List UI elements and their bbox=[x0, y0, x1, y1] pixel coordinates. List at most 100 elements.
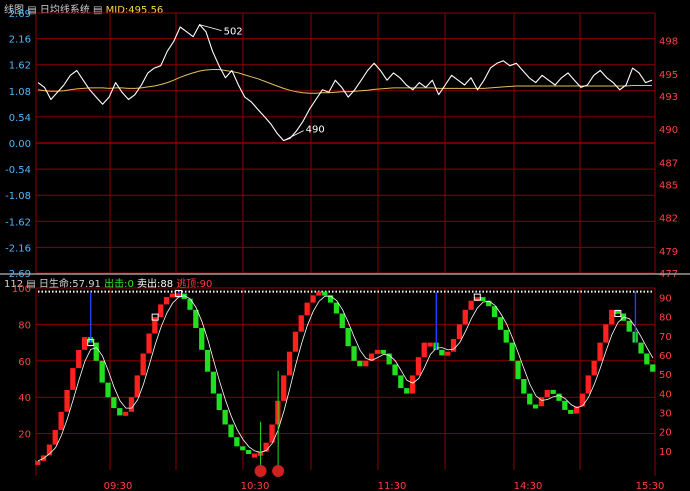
price-line bbox=[37, 24, 653, 142]
down-bar bbox=[439, 349, 445, 356]
bottom-right-tick-label: 40 bbox=[659, 389, 672, 400]
up-bar bbox=[310, 295, 316, 303]
x-tick-label: 15:30 bbox=[636, 481, 665, 491]
top-right-tick-label: 498 bbox=[659, 37, 678, 48]
down-bar bbox=[234, 437, 240, 447]
bottom-left-tick-label: 40 bbox=[18, 393, 31, 404]
top-left-tick-label: 1.62 bbox=[9, 61, 31, 72]
down-bar bbox=[404, 388, 410, 394]
down-bar bbox=[245, 450, 252, 454]
up-bar bbox=[316, 291, 322, 296]
down-bar bbox=[210, 371, 217, 394]
down-bar bbox=[626, 320, 632, 332]
up-bar bbox=[281, 375, 287, 401]
up-bar bbox=[152, 317, 158, 334]
bottom-signal-circle bbox=[272, 465, 285, 477]
up-bar bbox=[421, 342, 427, 358]
down-bar bbox=[117, 408, 123, 416]
up-bar bbox=[251, 453, 258, 458]
top-right-tick-label: 487 bbox=[659, 158, 678, 169]
x-tick-label: 14:30 bbox=[514, 481, 543, 491]
top-right-tick-label: 495 bbox=[659, 70, 678, 81]
up-bar bbox=[409, 375, 416, 394]
up-bar bbox=[64, 389, 70, 412]
up-bar bbox=[363, 360, 369, 367]
down-bar bbox=[351, 346, 357, 361]
down-bar bbox=[199, 328, 205, 350]
down-bar bbox=[497, 317, 504, 330]
up-bar bbox=[415, 357, 422, 376]
up-bar bbox=[585, 375, 591, 394]
bottom-right-tick-label: 50 bbox=[659, 370, 672, 381]
x-tick-label: 10:30 bbox=[241, 481, 270, 491]
x-tick-label: 11:30 bbox=[378, 481, 407, 491]
up-bar bbox=[286, 351, 293, 376]
up-bar bbox=[169, 293, 176, 298]
bottom-right-tick-label: 60 bbox=[659, 351, 672, 362]
up-bar bbox=[462, 309, 468, 325]
low-annotation-leader bbox=[283, 130, 304, 141]
bottom-left-tick-label: 60 bbox=[18, 357, 31, 368]
down-bar bbox=[527, 393, 533, 405]
down-bar bbox=[111, 397, 117, 409]
average-line bbox=[37, 69, 652, 94]
down-bar bbox=[392, 364, 398, 376]
up-bar bbox=[35, 460, 41, 465]
down-bar bbox=[503, 329, 509, 343]
down-bar bbox=[187, 298, 193, 310]
up-bar bbox=[445, 351, 451, 356]
down-bar bbox=[99, 360, 105, 383]
top-left-tick-label: -2.16 bbox=[5, 243, 31, 254]
down-bar bbox=[509, 342, 515, 361]
up-bar bbox=[122, 411, 129, 416]
chart-canvas: 2.69 2.16 1.62 1.08 0.54 0.00 -0.54 -1.08 -1.62 -… bbox=[0, 9, 690, 491]
top-left-tick-label: 1.08 bbox=[9, 87, 31, 98]
bottom-right-tick-label: 30 bbox=[659, 409, 672, 420]
down-bar bbox=[322, 291, 328, 296]
bottom-right-tick-label: 70 bbox=[659, 332, 672, 343]
top-left-tick-label: 2.69 bbox=[9, 9, 31, 20]
top-right-tick-label: 479 bbox=[659, 247, 678, 258]
down-bar bbox=[568, 409, 574, 414]
top-left-tick-label: 0.54 bbox=[9, 113, 31, 124]
up-bar bbox=[603, 324, 609, 343]
up-bar bbox=[52, 430, 58, 445]
bottom-left-tick-label: 100 bbox=[12, 284, 31, 295]
down-bar bbox=[333, 302, 340, 314]
up-bar bbox=[128, 397, 135, 412]
up-bar bbox=[544, 389, 550, 398]
x-tick-label: 09:30 bbox=[104, 481, 133, 491]
down-bar bbox=[562, 400, 568, 410]
up-bar bbox=[304, 302, 310, 316]
top-left-tick-label: -0.54 bbox=[5, 165, 31, 176]
down-bar bbox=[515, 360, 521, 379]
up-bar bbox=[158, 304, 164, 318]
down-bar bbox=[480, 297, 486, 302]
up-bar bbox=[70, 368, 76, 390]
up-bar bbox=[76, 349, 82, 369]
up-bar bbox=[427, 342, 433, 347]
bottom-left-tick-label: 80 bbox=[18, 320, 31, 331]
top-left-tick-label: 0.00 bbox=[9, 139, 31, 150]
down-bar bbox=[550, 389, 556, 394]
up-bar bbox=[468, 300, 474, 310]
up-bar bbox=[456, 324, 463, 339]
down-bar bbox=[240, 446, 246, 451]
up-bar bbox=[146, 333, 152, 354]
up-bar bbox=[134, 375, 140, 398]
low-annotation-label: 490 bbox=[306, 125, 325, 136]
top-right-tick-label: 493 bbox=[659, 92, 678, 103]
up-bar bbox=[58, 411, 64, 430]
up-bar bbox=[450, 339, 457, 352]
up-bar bbox=[163, 297, 170, 305]
up-bar bbox=[298, 315, 304, 332]
down-bar bbox=[357, 360, 363, 367]
up-bar bbox=[579, 393, 586, 407]
bottom-right-tick-label: 80 bbox=[659, 313, 672, 324]
top-left-tick-label: 2.16 bbox=[9, 35, 31, 46]
high-annotation-label: 502 bbox=[224, 27, 243, 38]
up-bar bbox=[374, 349, 381, 354]
down-bar bbox=[521, 379, 527, 394]
down-bar bbox=[556, 393, 562, 401]
up-bar bbox=[292, 331, 299, 352]
